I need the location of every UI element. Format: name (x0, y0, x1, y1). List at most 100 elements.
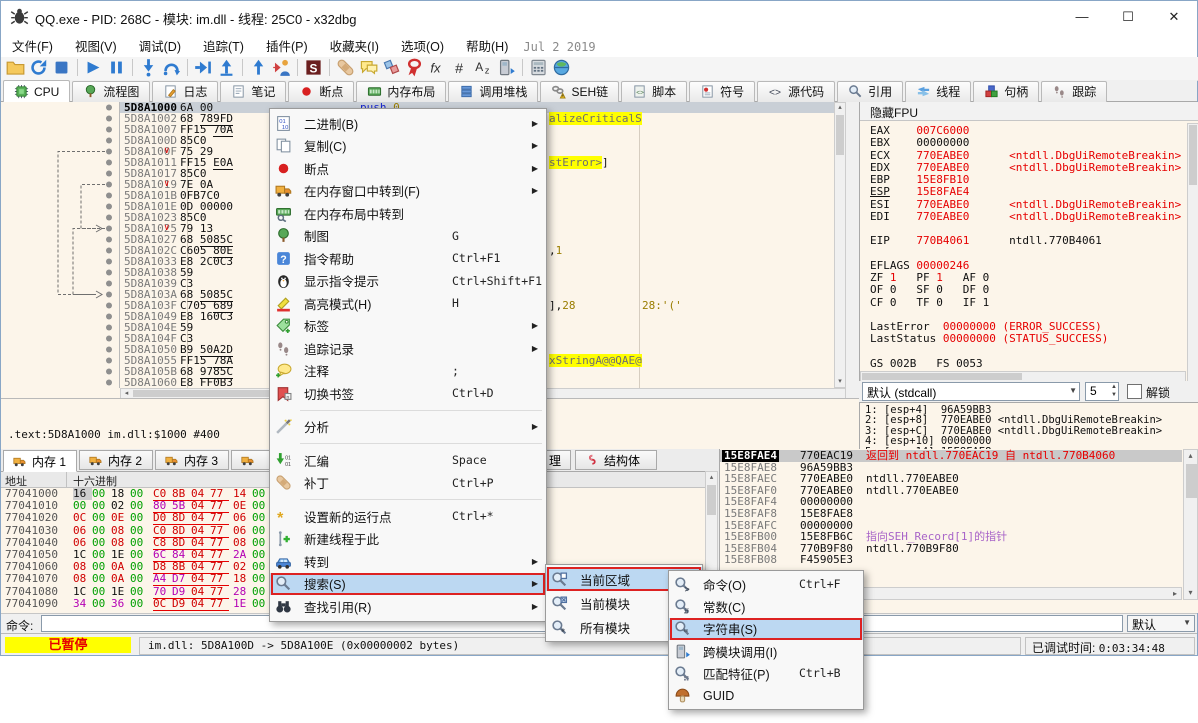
menubar-item-file[interactable]: 文件(F) (1, 32, 64, 57)
register-line[interactable]: ECX 770EABE0 <ntdll.DbgUiRemoteBreakin> (870, 150, 1181, 162)
dump-tab-mem1[interactable]: 内存 1 (3, 450, 77, 472)
register-line[interactable]: EDI 770EABE0 <ntdll.DbgUiRemoteBreakin> (870, 211, 1181, 223)
command-profile-select[interactable]: 默认▼ (1127, 615, 1195, 632)
jump-arrows-gutter[interactable] (1, 102, 119, 392)
title-bar[interactable]: QQ.exe - PID: 268C - 模块: im.dll - 线程: 25… (1, 1, 1197, 33)
scroll-down-arrow[interactable]: ▾ (1184, 587, 1197, 599)
close-button[interactable]: ✕ (1151, 1, 1197, 32)
register-line[interactable]: GS 002B FS 0053 (870, 358, 983, 369)
registers-vscrollbar[interactable] (1187, 123, 1198, 382)
scroll-left-arrow[interactable]: ◂ (121, 389, 132, 398)
register-line[interactable]: OF 0 SF 0 DF 0 (870, 284, 989, 296)
unlock-checkbox[interactable] (1127, 384, 1142, 399)
context-menu-item-search[interactable]: 搜索(S)▶ (270, 573, 546, 596)
context-menu-item-follow-in-dump[interactable]: 在内存窗口中转到(F)▶ (270, 180, 546, 203)
register-line[interactable]: EBP 15E8FB10 (870, 174, 969, 186)
run-button[interactable] (84, 58, 103, 77)
search-submenu-item-string-references[interactable]: “字符串(S) (669, 618, 863, 640)
context-menu-item-breakpoint[interactable]: 断点▶ (270, 157, 546, 180)
search-submenu-item-guid[interactable]: GUID (669, 684, 863, 706)
register-line[interactable]: ZF 1 PF 1 AF 0 (870, 272, 989, 284)
trace-ribbon-button[interactable] (405, 58, 424, 77)
tab-graph[interactable]: 流程图 (72, 81, 150, 102)
menubar-item-debug[interactable]: 调试(D) (128, 32, 192, 57)
register-line[interactable]: EAX 007C6000 (870, 125, 969, 137)
scroll-up-arrow[interactable]: ▴ (835, 103, 845, 113)
intermodular-calls-button[interactable] (497, 58, 516, 77)
tab-threads[interactable]: 线程 (905, 81, 971, 102)
context-menu-item-binary[interactable]: 0110二进制(B)▶ (270, 112, 546, 135)
context-menu-item-show-mnemonic-brief[interactable]: 显示指令提示Ctrl+Shift+F1 (270, 270, 546, 293)
search-submenu-item-constant[interactable]: #常数(C) (669, 595, 863, 617)
search-submenu-item-intermodular-calls[interactable]: 跨模块调用(I) (669, 640, 863, 662)
run-to-user-code-button[interactable] (194, 58, 213, 77)
tab-source[interactable]: <>源代码 (757, 81, 835, 102)
pause-button[interactable] (107, 58, 126, 77)
open-folder-button[interactable] (6, 58, 25, 77)
menubar-item-options[interactable]: 选项(O) (390, 32, 455, 57)
attach-button[interactable] (272, 58, 291, 77)
register-line[interactable]: ESP 15E8FAE4 (870, 186, 969, 198)
stack-row[interactable]: 15E8FB04770B9F80ntdll.770B9F80 (720, 543, 1182, 555)
argument-count-stepper[interactable]: 5▲▼ (1085, 382, 1119, 401)
disasm-vscrollbar[interactable]: ▴ ▾ (834, 102, 846, 388)
registers-pane[interactable]: 隐藏FPU EAX 007C6000EBX 00000000ECX 770EAB… (859, 102, 1198, 402)
tab-memory-map[interactable]: 内存布局 (356, 81, 446, 102)
context-menu-item-assemble[interactable]: 0101汇编Space (270, 449, 546, 472)
calculator-button[interactable] (529, 58, 548, 77)
context-menu-item-trace-record[interactable]: 追踪记录▶ (270, 337, 546, 360)
stack-row[interactable]: 15E8FAF815E8FAE8 (720, 508, 1182, 520)
comments-button[interactable] (359, 58, 378, 77)
stack-vscrollbar[interactable]: ▴ ▾ (1183, 449, 1198, 600)
execute-till-return-button[interactable] (249, 58, 268, 77)
stack-row[interactable]: 15E8FAE4770EAC19返回到 ntdll.770EAC19 自 ntd… (720, 450, 1182, 462)
menubar-item-view[interactable]: 视图(V) (64, 32, 128, 57)
functions-fx-button[interactable]: fx (428, 58, 447, 77)
tab-script[interactable]: <>脚本 (621, 81, 687, 102)
patch-bandage-button[interactable] (336, 58, 355, 77)
scroll-down-arrow[interactable]: ▾ (835, 377, 845, 387)
context-menu-item-copy[interactable]: 复制(C)▶ (270, 135, 546, 158)
register-line[interactable]: EBX 00000000 (870, 137, 969, 149)
stack-row[interactable]: 15E8FAF400000000 (720, 496, 1182, 508)
context-menu-item-create-thread-here[interactable]: 新建线程于此 (270, 528, 546, 551)
calling-convention-select[interactable]: 默认 (stdcall)▼ (862, 382, 1080, 401)
register-line[interactable]: CF 0 TF 0 IF 1 (870, 297, 989, 309)
scroll-right-arrow[interactable]: ▸ (1169, 588, 1181, 599)
tab-cpu[interactable]: CPU (3, 80, 70, 102)
hide-fpu-button[interactable]: 隐藏FPU (860, 102, 1198, 121)
step-out-button[interactable] (217, 58, 236, 77)
dump-tab-mem3[interactable]: 内存 3 (155, 450, 229, 470)
context-menu-item-highlighting-mode[interactable]: 高亮模式(H)H (270, 292, 546, 315)
register-line[interactable]: EDX 770EABE0 <ntdll.DbgUiRemoteBreakin> (870, 162, 1181, 174)
context-menu-item-comment[interactable]: 注释; (270, 360, 546, 383)
tab-handles[interactable]: 句柄 (973, 81, 1039, 102)
step-into-button[interactable] (139, 58, 158, 77)
hash-button[interactable]: # (451, 58, 470, 77)
context-menu-item-patch[interactable]: 补丁Ctrl+P (270, 472, 546, 495)
stack-row[interactable]: 15E8FAF0770EABE0ntdll.770EABE0 (720, 485, 1182, 497)
tab-symbols[interactable]: 符号 (689, 81, 755, 102)
stack-row[interactable]: 15E8FB08F45905E3 (720, 554, 1182, 566)
search-submenu-item-command[interactable]: >命令(O)Ctrl+F (669, 573, 863, 595)
maximize-button[interactable]: ☐ (1105, 1, 1151, 32)
context-menu-item-toggle-bookmark[interactable]: n切换书签Ctrl+D (270, 382, 546, 405)
close-square-button[interactable] (52, 58, 71, 77)
context-menu-item-analysis[interactable]: 分析▶ (270, 416, 546, 439)
context-menu-item-follow-in-memmap[interactable]: 在内存布局中转到 (270, 202, 546, 225)
menubar-item-favourites[interactable]: 收藏夹(I) (319, 32, 390, 57)
letters-az-button[interactable]: Az (474, 58, 493, 77)
context-menu-item-find-references[interactable]: 查找引用(R)▶ (270, 595, 546, 618)
tab-log[interactable]: 日志 (152, 81, 218, 102)
register-line[interactable]: ESI 770EABE0 <ntdll.DbgUiRemoteBreakin> (870, 199, 1181, 211)
register-line[interactable]: LastStatus 00000000 (STATUS_SUCCESS) (870, 333, 1108, 345)
register-line[interactable]: EFLAGS 00000246 (870, 260, 969, 272)
menubar-item-help[interactable]: 帮助(H) (455, 32, 519, 57)
memory-globe-button[interactable] (552, 58, 571, 77)
tab-trace[interactable]: 跟踪 (1041, 81, 1107, 102)
register-line[interactable]: EIP 770B4061 ntdll.770B4061 (870, 235, 1102, 247)
scroll-up-arrow[interactable]: ▴ (706, 472, 717, 483)
restart-button[interactable] (29, 58, 48, 77)
labels-tags-button[interactable] (382, 58, 401, 77)
search-submenu-item-pattern[interactable]: 匹配特征(P)Ctrl+B (669, 662, 863, 684)
